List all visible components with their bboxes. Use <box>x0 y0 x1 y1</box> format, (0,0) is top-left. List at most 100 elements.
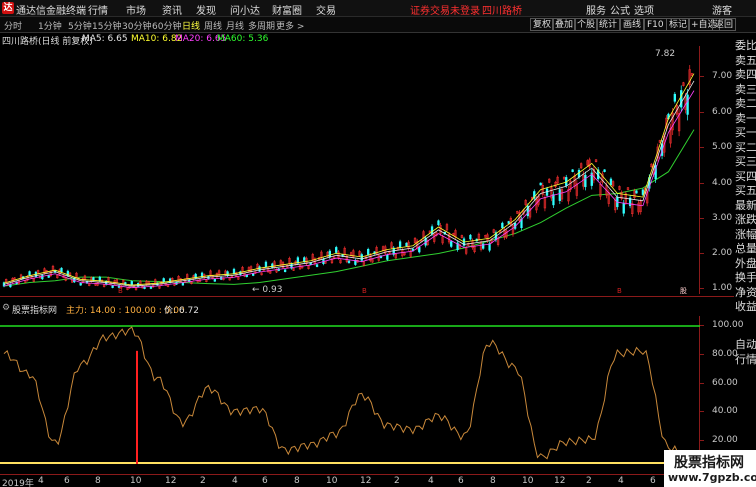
time-axis-label: 6 <box>262 476 268 486</box>
period-60min[interactable]: 60分钟 <box>152 19 181 32</box>
tool-adjust[interactable]: 复权 <box>530 18 555 31</box>
signal-marker: 股 <box>680 287 687 294</box>
time-axis-label: 2 <box>200 476 206 486</box>
price-chart[interactable]: 7.82 ← 0.93 B B B 股 <box>0 46 700 294</box>
main-force-line <box>3 326 694 465</box>
period-weekly[interactable]: 周线 <box>204 19 222 32</box>
watermark: 股票指标网 www.7gpzb.com <box>664 450 756 487</box>
tool-back[interactable]: 返回 <box>712 18 737 31</box>
indicator-name[interactable]: 股票指标网 <box>12 303 57 316</box>
candle-body <box>60 267 63 273</box>
menu-discover[interactable]: 发现 <box>196 2 216 17</box>
candle-body <box>271 263 274 268</box>
menu-trade[interactable]: 交易 <box>316 2 336 17</box>
tool-stock[interactable]: 个股 <box>574 18 599 31</box>
time-axis-label: 12 <box>165 476 177 486</box>
price-y-tick: 7.00 <box>712 71 733 81</box>
period-15min[interactable]: 15分钟 <box>92 19 121 32</box>
candle-body <box>398 241 402 248</box>
candle-body <box>603 169 606 172</box>
indicator-y-tick: 100.00 <box>712 320 744 330</box>
menu-wealth[interactable]: 财富圈 <box>272 2 302 17</box>
period-30min[interactable]: 30分钟 <box>122 19 151 32</box>
indicator-settings-icon[interactable]: ⚙ <box>2 303 10 313</box>
tool-overlay[interactable]: 叠加 <box>552 18 577 31</box>
time-axis: 2019年468101224681012246810122468 <box>0 474 700 487</box>
ma5-label: MA5: 6.65 <box>82 34 128 44</box>
candle-body <box>328 250 331 258</box>
time-axis-label: 8 <box>95 476 101 486</box>
tool-mark[interactable]: 标记 <box>666 18 691 31</box>
period-more[interactable]: 更多 > <box>276 19 304 32</box>
signal-marker: B <box>118 287 123 294</box>
candle-body <box>609 178 613 186</box>
time-axis-label: 8 <box>490 476 496 486</box>
time-axis-label: 10 <box>326 476 338 486</box>
tab-auto[interactable]: 自动 <box>735 336 756 352</box>
candle-body <box>501 222 504 229</box>
period-monthly[interactable]: 月线 <box>226 19 244 32</box>
ma60-label: MA60: 5.36 <box>217 34 269 44</box>
period-daily[interactable]: 日线 <box>182 19 200 32</box>
time-axis-label: 2 <box>586 476 592 486</box>
quote-item: 委比 <box>735 39 756 52</box>
watermark-title: 股票指标网 <box>674 455 744 471</box>
quote-item: 换手 <box>735 271 756 284</box>
candle-body <box>507 221 510 224</box>
time-axis-label: 6 <box>650 476 656 486</box>
ma20-line <box>3 90 695 289</box>
time-axis-label: 4 <box>618 476 624 486</box>
menu-quotes[interactable]: 行情 <box>88 2 108 17</box>
ma10-line <box>3 73 695 286</box>
candle-body <box>418 246 421 253</box>
menu-company: 公式 <box>610 6 630 17</box>
period-tick[interactable]: 分时 <box>4 19 22 32</box>
price-chart-svg: 7.82 ← 0.93 B B B 股 <box>2 49 695 294</box>
indicator-header: ⚙ 股票指标网 主力: 14.00 : 100.00 : 0.00 价: 6.7… <box>0 303 700 316</box>
time-axis-label: 2 <box>394 476 400 486</box>
candle-body <box>232 268 236 274</box>
menu-market[interactable]: 市场 <box>126 2 146 17</box>
period-1min[interactable]: 1分钟 <box>38 19 62 32</box>
candle-body <box>258 266 261 272</box>
candle-body <box>680 90 683 108</box>
tool-stats[interactable]: 统计 <box>596 18 621 31</box>
quote-item: 卖四 <box>735 68 756 81</box>
indicator-chart[interactable] <box>0 316 700 474</box>
menu-news[interactable]: 资讯 <box>162 2 182 17</box>
candle-body <box>430 226 434 235</box>
low-price-label: ← 0.93 <box>252 285 282 294</box>
candle-body <box>558 189 561 201</box>
indicator-price: 价: 6.72 <box>164 306 199 316</box>
period-5min[interactable]: 5分钟 <box>68 19 92 32</box>
period-multi[interactable]: 多周期 <box>248 19 275 32</box>
stock-name-link[interactable]: 四川路桥 <box>482 2 522 17</box>
candle-body <box>335 247 338 253</box>
candle-body <box>111 285 114 288</box>
candle-body <box>168 278 172 283</box>
pane-divider[interactable] <box>0 296 734 297</box>
login-notice[interactable]: 证券交易未登录 <box>410 2 480 17</box>
indicator-y-tick: 80.00 <box>712 349 738 359</box>
tool-draw[interactable]: 画线 <box>620 18 645 31</box>
candle-body <box>79 282 82 286</box>
candle-body <box>347 260 351 264</box>
candle-body <box>437 220 440 226</box>
price-y-tick: 6.00 <box>712 107 733 117</box>
candle-body <box>641 189 645 195</box>
app-logo-icon: 达 <box>2 2 14 14</box>
tab-quote[interactable]: 行情 <box>735 351 756 367</box>
menu-wenxiaoda[interactable]: 问小达 <box>230 2 260 17</box>
time-axis-label: 4 <box>38 476 44 486</box>
time-axis-label: 4 <box>428 476 434 486</box>
time-axis-label: 8 <box>294 476 300 486</box>
candle-body <box>264 261 268 268</box>
time-axis-label: 2019年 <box>2 479 34 487</box>
tool-f10[interactable]: F10 <box>644 18 667 31</box>
candle-body <box>405 242 408 247</box>
time-axis-label: 12 <box>554 476 566 486</box>
time-axis-label: 10 <box>130 476 142 486</box>
quote-item: 卖二 <box>735 97 756 110</box>
title-bar: 达 通达信金融终端 行情 市场 资讯 发现 问小达 财富圈 交易 证券交易未登录… <box>0 0 756 17</box>
period-toolbar: 分时 1分钟 5分钟 15分钟 30分钟 60分钟 日线 周线 月线 多周期 更… <box>0 17 756 33</box>
